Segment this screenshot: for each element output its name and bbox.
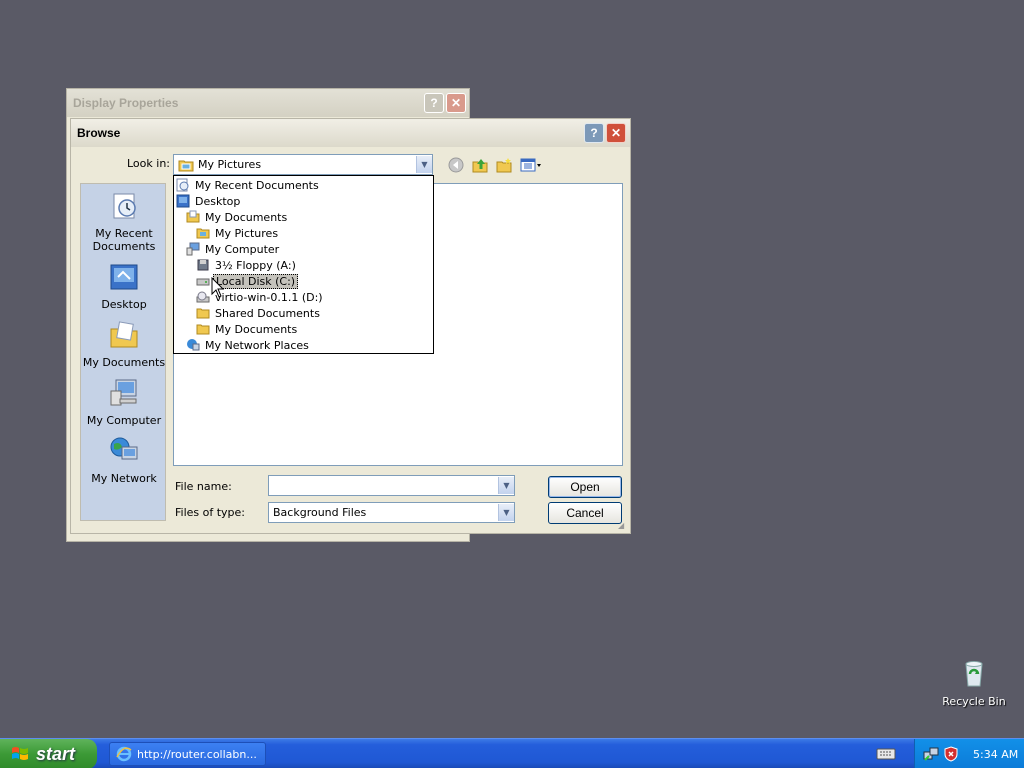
recent-documents-icon	[113, 193, 136, 219]
look-in-combobox[interactable]: My Pictures ▼	[173, 154, 433, 175]
browse-title: Browse	[77, 126, 121, 140]
back-button[interactable]	[447, 156, 465, 174]
start-label: start	[36, 743, 76, 764]
dropdown-item-label: My Documents	[215, 322, 298, 336]
taskbar-window-label: http://router.collabn...	[137, 747, 257, 761]
view-menu-icon	[520, 158, 541, 172]
cancel-button[interactable]: Cancel	[548, 502, 622, 524]
dropdown-item-label: My Network Places	[205, 338, 309, 352]
open-button[interactable]: Open	[548, 476, 622, 498]
up-one-level-button[interactable]	[471, 156, 489, 174]
dropdown-item-label: My Documents	[205, 210, 288, 224]
dropdown-item-label: Desktop	[195, 194, 241, 208]
clock[interactable]: 5:34 AM	[973, 748, 1018, 761]
keyboard-icon[interactable]	[876, 745, 896, 761]
place-my-documents[interactable]: My Documents	[81, 319, 166, 369]
dropdown-item-my-documents-shared[interactable]: My Documents	[196, 321, 299, 337]
place-label: My Network	[91, 472, 157, 485]
internet-explorer-icon	[116, 746, 132, 762]
place-my-network[interactable]: My Network	[81, 435, 165, 485]
display-properties-titlebar[interactable]: Display Properties ? ✕	[67, 89, 469, 117]
dropdown-item-label: 3½ Floppy (A:)	[215, 258, 296, 272]
folder-icon	[196, 324, 210, 335]
desktop-icon	[110, 264, 138, 290]
taskbar-window-button[interactable]: http://router.collabn...	[109, 742, 266, 766]
chevron-down-icon[interactable]: ▼	[498, 477, 514, 494]
files-of-type-combobox[interactable]: Background Files ▼	[268, 502, 515, 523]
desktop-icon	[176, 194, 190, 208]
close-button[interactable]: ✕	[446, 93, 466, 113]
chevron-down-icon[interactable]: ▼	[498, 504, 514, 521]
my-documents-icon	[110, 321, 138, 348]
network-places-icon	[187, 339, 200, 351]
taskbar: start http://router.collabn... 5:34 AM	[0, 738, 1024, 768]
look-in-label: Look in:	[127, 157, 170, 170]
navigation-toolbar	[447, 156, 543, 174]
folder-up-icon	[472, 159, 488, 173]
look-in-dropdown-list: My Recent Documents Desktop My Documents…	[173, 175, 434, 354]
folder-icon	[186, 210, 200, 223]
place-my-recent-documents[interactable]: My Recent Documents	[81, 190, 165, 253]
security-shield-icon[interactable]	[943, 746, 959, 762]
computer-icon	[186, 242, 200, 256]
dropdown-item-label: virtio-win-0.1.1 (D:)	[215, 290, 323, 304]
dropdown-item-my-recent-documents[interactable]: My Recent Documents	[176, 177, 321, 193]
dropdown-item-my-network-places[interactable]: My Network Places	[186, 337, 311, 353]
recent-documents-icon	[176, 178, 189, 192]
start-button[interactable]: start	[0, 739, 97, 768]
system-tray: 5:34 AM	[914, 739, 1024, 768]
dropdown-item-floppy-a[interactable]: 3½ Floppy (A:)	[196, 257, 298, 273]
files-of-type-label: Files of type:	[175, 506, 246, 519]
place-label: My Recent Documents	[92, 227, 156, 253]
my-network-icon	[110, 437, 138, 460]
my-computer-icon	[110, 379, 137, 406]
recycle-bin-desktop-icon[interactable]: Recycle Bin	[940, 656, 1008, 712]
dropdown-item-label: My Recent Documents	[195, 178, 319, 192]
place-label: My Computer	[86, 414, 162, 427]
back-arrow-icon	[448, 157, 464, 173]
place-desktop[interactable]: Desktop	[81, 261, 165, 311]
pictures-folder-icon	[196, 228, 210, 239]
display-properties-title: Display Properties	[73, 96, 179, 110]
network-status-icon[interactable]	[923, 746, 939, 762]
folder-icon	[196, 308, 210, 319]
browse-dialog: Browse ? ✕ Look in: My Pictures ▼ My Rec…	[70, 118, 631, 534]
view-menu-button[interactable]	[519, 156, 543, 174]
place-my-computer[interactable]: My Computer	[81, 377, 165, 427]
chevron-down-icon[interactable]: ▼	[416, 156, 432, 173]
windows-flag-icon	[12, 747, 28, 760]
close-button[interactable]: ✕	[606, 123, 626, 143]
places-bar: My Recent Documents Desktop My Documents	[80, 183, 166, 521]
new-folder-icon	[496, 158, 512, 173]
dropdown-item-my-computer[interactable]: My Computer	[186, 241, 281, 257]
file-name-combobox[interactable]: ▼	[268, 475, 515, 496]
files-of-type-value: Background Files	[273, 506, 367, 519]
dropdown-item-label: My Computer	[205, 242, 280, 256]
mouse-cursor-icon	[211, 277, 225, 298]
place-label: Desktop	[101, 298, 147, 311]
new-folder-button[interactable]	[495, 156, 513, 174]
recycle-bin-icon	[965, 661, 983, 687]
look-in-value: My Pictures	[198, 158, 262, 171]
browse-titlebar[interactable]: Browse ? ✕	[71, 119, 630, 147]
dropdown-item-shared-documents[interactable]: Shared Documents	[196, 305, 322, 321]
file-name-label: File name:	[175, 480, 232, 493]
help-button[interactable]: ?	[584, 123, 604, 143]
resize-grip-icon[interactable]: ◢	[618, 521, 628, 531]
dropdown-item-label: Shared Documents	[215, 306, 320, 320]
cd-drive-icon	[196, 291, 210, 303]
recycle-bin-label: Recycle Bin	[942, 695, 1006, 708]
dropdown-item-label: My Pictures	[215, 226, 279, 240]
help-button[interactable]: ?	[424, 93, 444, 113]
pictures-folder-icon	[178, 160, 194, 171]
dropdown-item-desktop[interactable]: Desktop	[176, 193, 242, 209]
dropdown-item-my-pictures[interactable]: My Pictures	[196, 225, 280, 241]
dropdown-item-my-documents[interactable]: My Documents	[186, 209, 289, 225]
floppy-icon	[197, 259, 209, 271]
place-label: My Documents	[82, 356, 166, 369]
hard-disk-icon	[196, 278, 210, 286]
dropdown-item-label: Local Disk (C:)	[213, 273, 299, 289]
